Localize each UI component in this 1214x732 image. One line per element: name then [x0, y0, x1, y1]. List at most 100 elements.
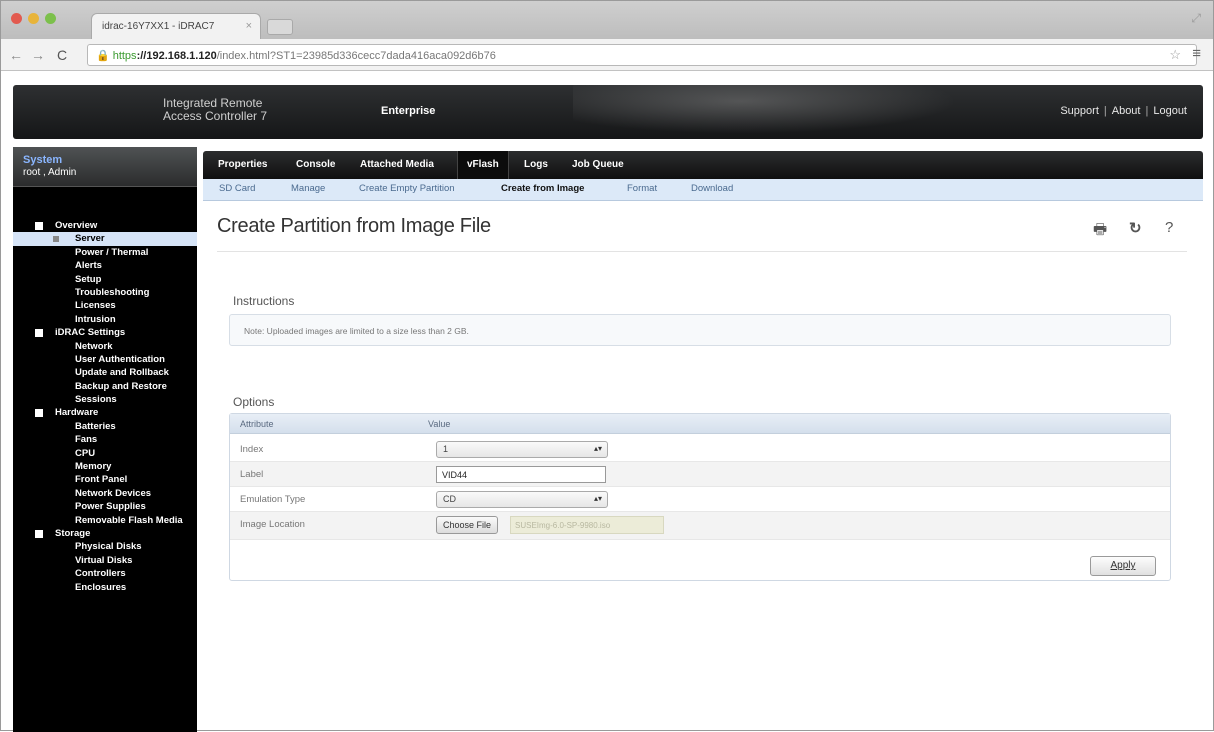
- sidebar-item-idrac-settings[interactable]: iDRAC Settings: [13, 326, 197, 339]
- sidebar-item-label: Hardware: [55, 407, 99, 419]
- help-icon[interactable]: ?: [1165, 219, 1173, 236]
- index-selected-value: 1: [443, 444, 449, 454]
- sidebar-item-hardware[interactable]: Hardware: [13, 406, 197, 419]
- sidebar-item-network[interactable]: Network: [13, 340, 197, 353]
- sidebar-item-user-authentication[interactable]: User Authentication: [13, 353, 197, 366]
- tab-logs[interactable]: Logs: [515, 151, 557, 179]
- sidebar-item-label: Alerts: [75, 260, 102, 272]
- print-icon[interactable]: 🖶: [1093, 219, 1107, 244]
- sidebar-item-label: Controllers: [75, 568, 126, 580]
- sidebar-item-memory[interactable]: Memory: [13, 460, 197, 473]
- apply-button[interactable]: Apply: [1090, 556, 1156, 576]
- choose-file-button[interactable]: Choose File: [436, 516, 499, 534]
- fullscreen-icon[interactable]: ⤢: [1191, 11, 1201, 26]
- sidebar-item-virtual-disks[interactable]: Virtual Disks: [13, 554, 197, 567]
- collapse-box-icon[interactable]: [35, 222, 43, 230]
- sidebar-item-network-devices[interactable]: Network Devices: [13, 487, 197, 500]
- sidebar-item-storage[interactable]: Storage: [13, 527, 197, 540]
- tab-console[interactable]: Console: [287, 151, 344, 179]
- table-row-index: Index 1 ▴▾: [230, 437, 1170, 462]
- sidebar-item-label: CPU: [75, 447, 96, 459]
- forward-icon[interactable]: →: [31, 47, 45, 63]
- reload-icon[interactable]: C: [57, 47, 67, 63]
- label-label: Label: [240, 469, 264, 480]
- collapse-box-icon[interactable]: [35, 329, 43, 338]
- browser-tab-strip: idrac-16Y7XX1 - iDRAC7 × ⤢: [1, 1, 1213, 39]
- sidebar-item-overview[interactable]: Overview: [13, 219, 197, 232]
- maximize-window-button[interactable]: [45, 13, 56, 24]
- bookmark-star-icon[interactable]: ☆: [1169, 47, 1181, 63]
- browser-tab[interactable]: idrac-16Y7XX1 - iDRAC7 ×: [91, 13, 261, 39]
- sidebar-item-removable-flash-media[interactable]: Removable Flash Media: [13, 514, 197, 527]
- tab-vflash[interactable]: vFlash: [457, 151, 509, 179]
- sidebar-item-troubleshooting[interactable]: Troubleshooting: [13, 286, 197, 299]
- table-row-image-location: Image Location Choose File SUSEImg-6.0-S…: [230, 512, 1170, 540]
- sidebar-item-label: Network Devices: [75, 487, 152, 499]
- sidebar-item-label: Server: [75, 233, 105, 245]
- subtab-format[interactable]: Format: [627, 183, 657, 194]
- tab-job-queue[interactable]: Job Queue: [563, 151, 633, 179]
- emulation-type-select[interactable]: CD ▴▾: [436, 491, 608, 508]
- back-icon[interactable]: ←: [9, 47, 23, 63]
- table-header: Attribute Value: [230, 414, 1170, 434]
- sidebar-item-label: Power / Thermal: [75, 246, 149, 258]
- about-link[interactable]: About: [1112, 105, 1141, 117]
- logout-link[interactable]: Logout: [1153, 105, 1187, 117]
- options-heading: Options: [233, 395, 275, 409]
- index-label: Index: [240, 444, 264, 455]
- sidebar-item-label: Physical Disks: [75, 541, 142, 553]
- banner-decoration: [573, 85, 993, 139]
- sub-tab-bar: SD Card Manage Create Empty Partition Cr…: [203, 179, 1203, 201]
- sidebar-item-licenses[interactable]: Licenses: [13, 299, 197, 312]
- collapse-box-icon[interactable]: [35, 529, 43, 538]
- close-window-button[interactable]: [11, 13, 22, 24]
- label-input[interactable]: VID44: [436, 466, 606, 483]
- sidebar-item-label: Enclosures: [75, 581, 127, 593]
- subtab-create-empty-partition[interactable]: Create Empty Partition: [359, 183, 455, 194]
- sidebar-item-sessions[interactable]: Sessions: [13, 393, 197, 406]
- sidebar-item-server[interactable]: Server: [13, 232, 197, 246]
- sidebar-item-controllers[interactable]: Controllers: [13, 567, 197, 580]
- sidebar-item-update-and-rollback[interactable]: Update and Rollback: [13, 366, 197, 379]
- tab-attached-media[interactable]: Attached Media: [351, 151, 443, 179]
- sidebar-item-setup[interactable]: Setup: [13, 273, 197, 286]
- sidebar-item-front-panel[interactable]: Front Panel: [13, 473, 197, 486]
- new-tab-button[interactable]: [267, 19, 293, 35]
- collapse-minus-icon[interactable]: [53, 236, 59, 243]
- instructions-box: Note: Uploaded images are limited to a s…: [229, 314, 1171, 346]
- sidebar-item-physical-disks[interactable]: Physical Disks: [13, 540, 197, 553]
- sidebar-item-backup-and-restore[interactable]: Backup and Restore: [13, 380, 197, 393]
- sidebar-item-fans[interactable]: Fans: [13, 433, 197, 446]
- sidebar-item-label: Intrusion: [75, 313, 116, 325]
- system-title[interactable]: System: [23, 154, 62, 166]
- minimize-window-button[interactable]: [28, 13, 39, 24]
- select-arrows-icon: ▴▾: [593, 444, 602, 453]
- subtab-sd-card[interactable]: SD Card: [219, 183, 255, 194]
- sidebar-item-intrusion[interactable]: Intrusion: [13, 313, 197, 326]
- sidebar-item-alerts[interactable]: Alerts: [13, 259, 197, 272]
- sidebar-item-enclosures[interactable]: Enclosures: [13, 581, 197, 594]
- tab-properties[interactable]: Properties: [209, 151, 276, 179]
- tab-close-icon[interactable]: ×: [246, 20, 252, 32]
- options-table: Attribute Value Index 1 ▴▾ Label VID44 E…: [229, 413, 1171, 581]
- refresh-icon[interactable]: ↻: [1129, 219, 1142, 237]
- subtab-manage[interactable]: Manage: [291, 183, 325, 194]
- address-bar[interactable]: 🔒 https://192.168.1.120/index.html?ST1=23…: [87, 44, 1197, 66]
- sidebar-item-cpu[interactable]: CPU: [13, 447, 197, 460]
- support-link[interactable]: Support: [1060, 105, 1099, 117]
- collapse-box-icon[interactable]: [35, 409, 43, 418]
- sidebar-item-label: Setup: [75, 273, 102, 285]
- sidebar-item-power-supplies[interactable]: Power Supplies: [13, 500, 197, 513]
- system-tree: Overview Server Power / Thermal Alerts Setup…: [13, 219, 197, 594]
- sidebar-item-label: Network: [75, 340, 113, 352]
- subtab-download[interactable]: Download: [691, 183, 733, 194]
- browser-menu-icon[interactable]: ≡: [1192, 45, 1201, 62]
- emulation-type-label: Emulation Type: [240, 494, 306, 505]
- index-select[interactable]: 1 ▴▾: [436, 441, 608, 458]
- sidebar-item-label: Storage: [55, 527, 91, 539]
- sidebar-item-label: Overview: [55, 220, 98, 231]
- sidebar-item-batteries[interactable]: Batteries: [13, 420, 197, 433]
- sidebar-item-power-thermal[interactable]: Power / Thermal: [13, 246, 197, 259]
- subtab-create-from-image[interactable]: Create from Image: [501, 183, 584, 194]
- sidebar-item-label: Batteries: [75, 420, 116, 432]
